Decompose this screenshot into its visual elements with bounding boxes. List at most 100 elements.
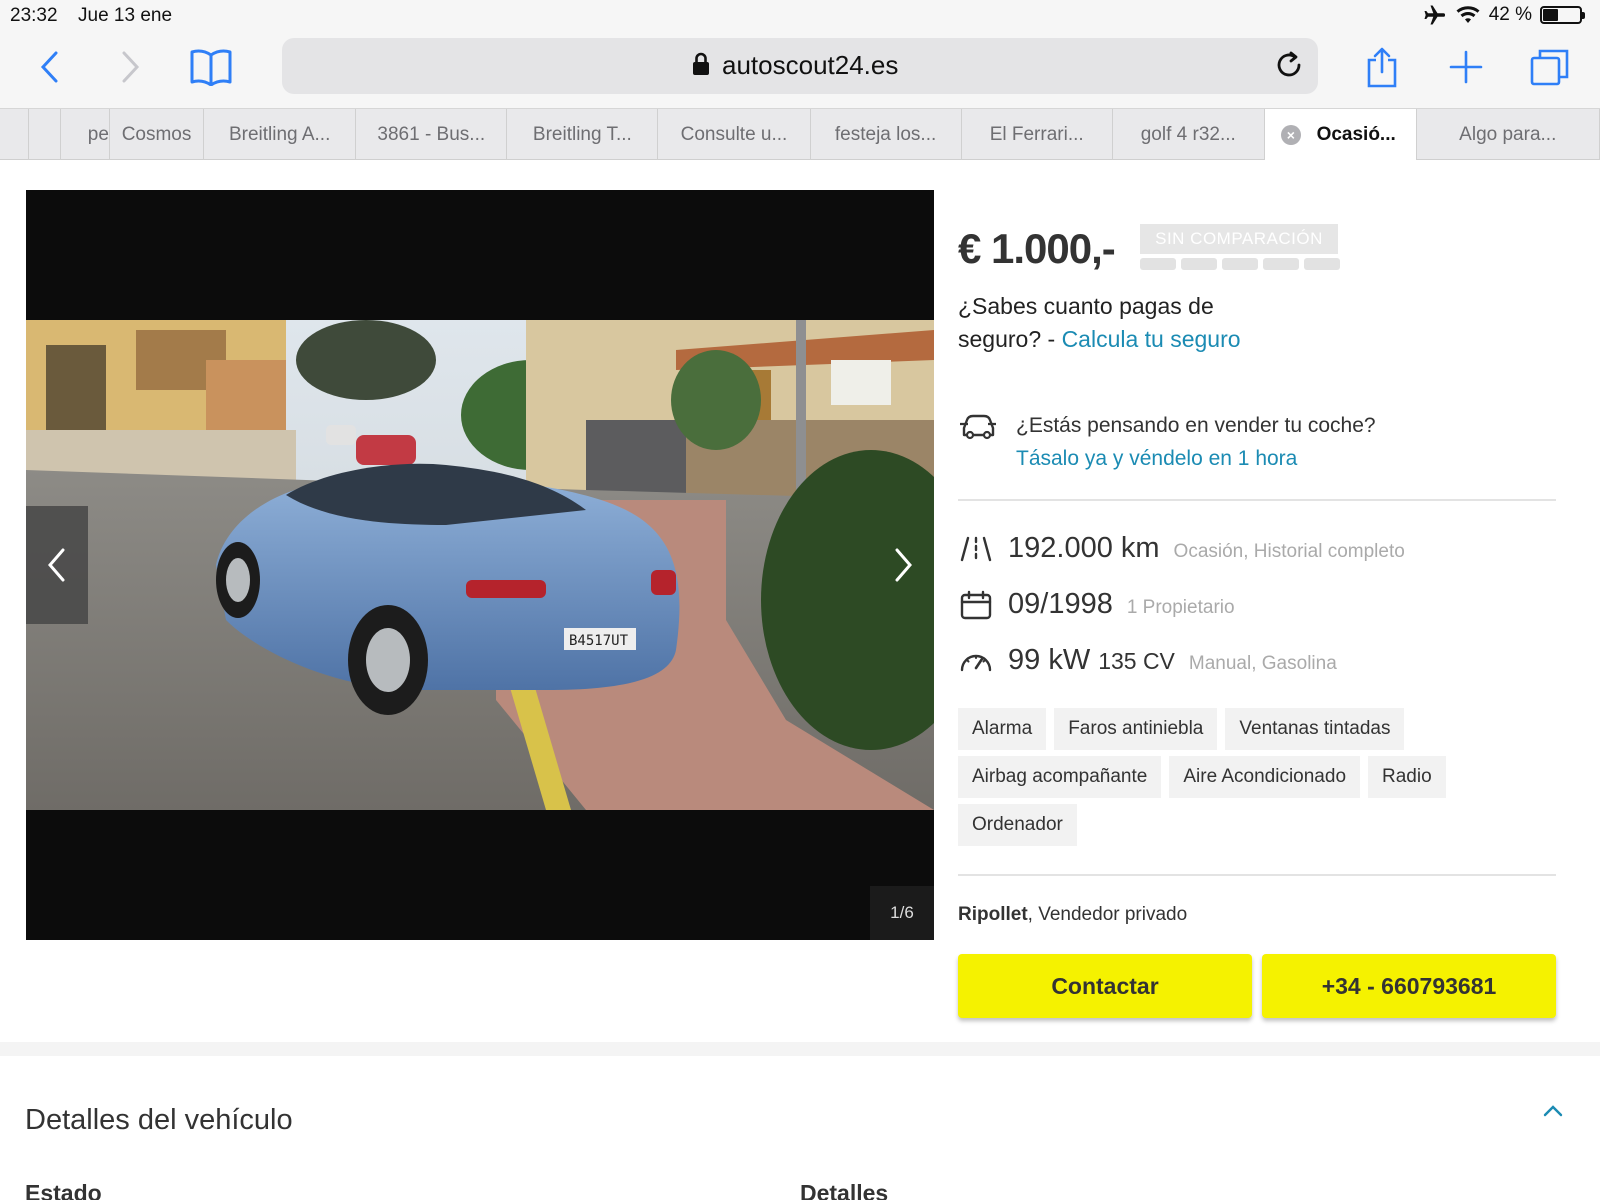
insurance-text: ¿Sabes cuanto pagas de seguro? - Calcula…	[958, 290, 1288, 356]
spec-registration: 09/1998 1 Propietario	[958, 588, 1235, 621]
airplane-icon	[1424, 5, 1445, 25]
rating-bar	[1304, 258, 1340, 270]
tabs-overview-button[interactable]	[1528, 42, 1572, 92]
seller-info: Ripollet, Vendedor privado	[958, 904, 1187, 926]
svg-text:B4517UT: B4517UT	[569, 633, 629, 649]
rating-bar	[1222, 258, 1258, 270]
divider	[958, 499, 1556, 501]
seller-city: Ripollet	[958, 904, 1028, 925]
car-photo-image: B4517UT	[26, 320, 934, 810]
tab[interactable]: Breitling T...	[507, 109, 659, 160]
status-bar: 23:32 Jue 13 ene 42 %	[0, 0, 1600, 32]
chevron-left-icon	[48, 548, 65, 582]
rating-bar	[1263, 258, 1299, 270]
bookmarks-button[interactable]	[188, 42, 234, 92]
tab-label: Breitling T...	[532, 123, 632, 145]
price-rating-badge: SIN COMPARACIÓN	[1140, 224, 1338, 254]
reload-icon[interactable]	[1274, 50, 1304, 80]
new-tab-button[interactable]	[1446, 42, 1486, 92]
feature-chip: Faros antiniebla	[1054, 708, 1218, 750]
power-cv: 135 CV	[1098, 648, 1175, 674]
feature-chip: Airbag acompañante	[958, 756, 1162, 798]
tab-label: Algo para...	[1459, 123, 1557, 145]
registration-value: 09/1998	[1008, 588, 1113, 620]
rating-bar	[1181, 258, 1217, 270]
tab[interactable]: El Ferrari...	[962, 109, 1113, 160]
tab[interactable]: festeja los...	[811, 109, 962, 160]
tab-stub[interactable]	[29, 109, 61, 160]
tab[interactable]: Breitling A...	[204, 109, 357, 160]
tab-label: Breitling A...	[228, 123, 331, 145]
gallery-prev-button[interactable]	[26, 506, 88, 624]
forward-button[interactable]	[110, 42, 150, 92]
tab-active[interactable]: × Ocasió...	[1264, 109, 1417, 160]
url-text: autoscout24.es	[722, 50, 899, 80]
details-col-detalles: Detalles	[800, 1180, 889, 1200]
sell-link[interactable]: Tásalo ya y véndelo en 1 hora	[1016, 447, 1297, 471]
insurance-link[interactable]: Calcula tu seguro	[1062, 326, 1241, 352]
details-col-estado: Estado	[25, 1180, 102, 1200]
close-tab-icon[interactable]: ×	[1280, 125, 1301, 145]
feature-chip: Alarma	[958, 708, 1047, 750]
section-separator	[0, 1042, 1600, 1056]
plus-icon	[1449, 50, 1483, 84]
power-kw: 99 kW	[1008, 644, 1091, 676]
status-date: Jue 13 ene	[78, 5, 173, 26]
phone-button[interactable]: +34 - 660793681	[1262, 954, 1556, 1018]
tab-stub[interactable]	[0, 109, 30, 160]
speedometer-icon	[960, 654, 992, 671]
tab-label: El Ferrari...	[989, 123, 1084, 145]
contact-button[interactable]: Contactar	[958, 954, 1252, 1018]
road-icon	[960, 536, 992, 561]
address-bar[interactable]: autoscout24.es	[282, 38, 1318, 94]
battery-icon	[1540, 6, 1585, 24]
lock-icon	[693, 52, 709, 75]
tab-label: 3861 - Bus...	[377, 123, 486, 145]
divider	[958, 874, 1556, 876]
seller-type: , Vendedor privado	[1027, 904, 1188, 925]
mileage-value: 192.000 km	[1008, 532, 1160, 564]
tab-label: Ocasió...	[1316, 123, 1396, 145]
car-trade-icon	[960, 414, 996, 440]
tab[interactable]: Cosmos	[110, 109, 205, 160]
rating-bar	[1140, 258, 1176, 270]
sell-question: ¿Estás pensando en vender tu coche?	[1016, 414, 1376, 437]
price: € 1.000,-	[958, 225, 1116, 272]
tab-label: pe	[87, 123, 109, 145]
tab-bar: pe Cosmos Breitling A... 3861 - Bus... B…	[0, 108, 1600, 160]
tab[interactable]: Consulte u...	[658, 109, 811, 160]
chevron-left-icon	[40, 51, 58, 83]
feature-chips: Alarma Faros antiniebla Ventanas tintada…	[958, 708, 1518, 846]
photo-gallery: B4517UT 1/6	[26, 190, 934, 940]
tab[interactable]: 3861 - Bus...	[356, 109, 508, 160]
feature-chip: Aire Acondicionado	[1169, 756, 1361, 798]
share-button[interactable]	[1362, 42, 1402, 92]
price-rating-bars	[1140, 258, 1340, 270]
spec-mileage: 192.000 km Ocasión, Historial completo	[958, 532, 1405, 565]
chevron-right-icon	[895, 548, 912, 582]
car-photo[interactable]: B4517UT	[26, 320, 934, 810]
calendar-icon	[960, 590, 992, 619]
tab[interactable]: pe	[61, 109, 110, 160]
wifi-icon	[1456, 6, 1480, 23]
back-button[interactable]	[30, 42, 70, 92]
battery-level	[1543, 9, 1558, 21]
chevron-up-icon[interactable]	[1542, 1104, 1564, 1118]
feature-chip: Radio	[1368, 756, 1446, 798]
feature-chip: Ventanas tintadas	[1225, 708, 1405, 750]
status-time: 23:32	[10, 5, 58, 26]
status-right: 42 %	[1423, 4, 1585, 26]
share-icon	[1367, 47, 1397, 88]
tab[interactable]: Algo para...	[1417, 109, 1600, 160]
battery-percent: 42 %	[1488, 4, 1532, 25]
spec-power: 99 kW 135 CV Manual, Gasolina	[958, 644, 1337, 677]
chevron-right-icon	[122, 51, 140, 83]
gallery-next-button[interactable]	[872, 506, 934, 624]
owners-detail: 1 Propietario	[1126, 597, 1235, 618]
mileage-detail: Ocasión, Historial completo	[1173, 541, 1405, 562]
details-title: Detalles del vehículo	[25, 1104, 293, 1136]
feature-chip: Ordenador	[958, 804, 1077, 846]
tab[interactable]: golf 4 r32...	[1113, 109, 1265, 160]
photo-counter: 1/6	[870, 886, 934, 940]
book-icon	[190, 49, 232, 86]
